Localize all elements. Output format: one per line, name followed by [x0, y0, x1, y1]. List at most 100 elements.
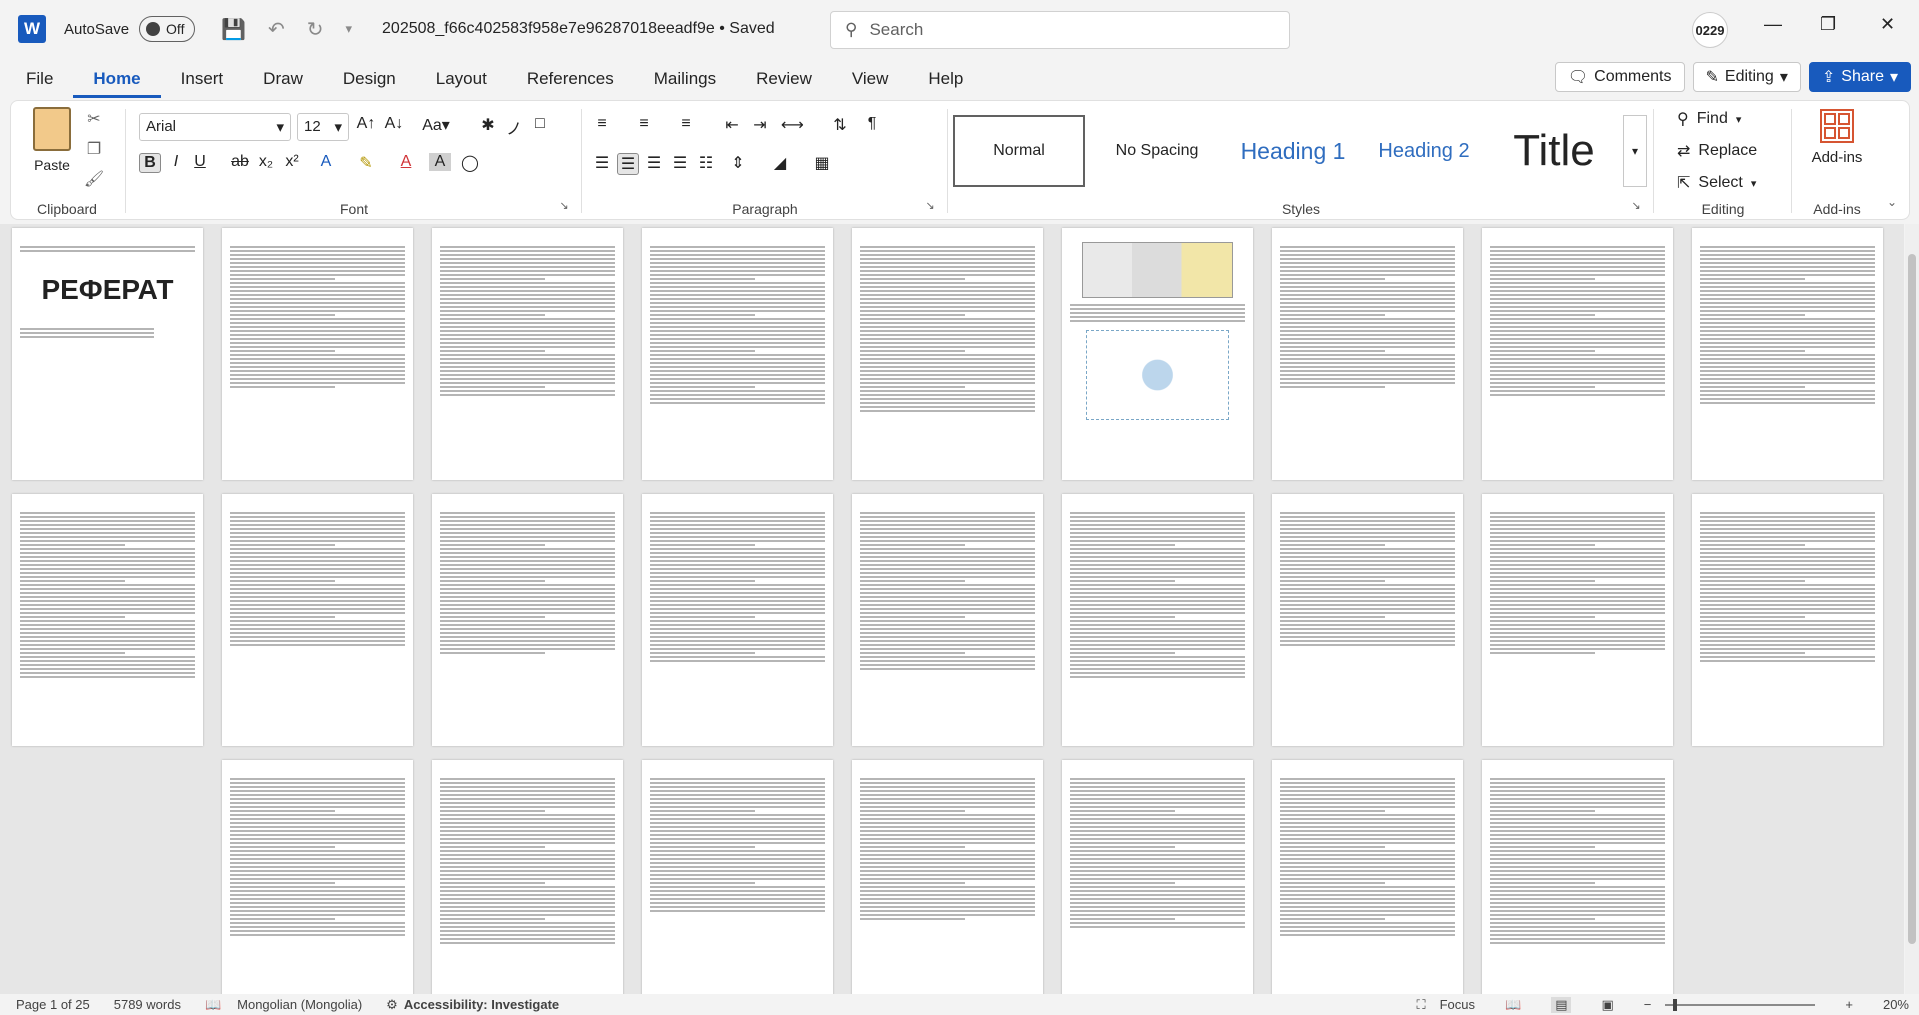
superscript-icon[interactable]: x²: [281, 153, 303, 171]
page-thumbnail[interactable]: [432, 228, 623, 480]
distributed-icon[interactable]: ☷: [695, 153, 717, 173]
character-shading-icon[interactable]: A: [429, 153, 451, 171]
page-thumbnail[interactable]: [432, 494, 623, 746]
avatar[interactable]: 0229: [1692, 12, 1728, 48]
vertical-scrollbar[interactable]: [1905, 224, 1919, 994]
select-button[interactable]: ⇱ Select ▾: [1677, 173, 1756, 193]
page-thumbnail[interactable]: [852, 228, 1043, 480]
font-size-select[interactable]: 12 ▾: [297, 113, 349, 141]
font-color-icon[interactable]: A: [395, 153, 417, 171]
web-layout-icon[interactable]: ▣: [1601, 997, 1613, 1013]
replace-button[interactable]: ⇄ Replace: [1677, 141, 1757, 161]
style-normal[interactable]: Normal: [953, 115, 1085, 187]
page-thumbnail[interactable]: РЕФЕРАТ: [12, 228, 203, 480]
proofing-icon[interactable]: 📖: [205, 997, 221, 1013]
styles-gallery-more-icon[interactable]: ▾: [1623, 115, 1647, 187]
align-right-icon[interactable]: ☰: [643, 153, 665, 173]
justify-icon[interactable]: ☰: [669, 153, 691, 173]
undo-icon[interactable]: ↶: [268, 17, 285, 42]
page-thumbnail[interactable]: [222, 760, 413, 994]
multilevel-list-icon[interactable]: ≡: [675, 115, 697, 133]
page-thumbnail[interactable]: [1272, 760, 1463, 994]
page-indicator[interactable]: Page 1 of 25: [16, 997, 90, 1012]
tab-draw[interactable]: Draw: [243, 62, 323, 98]
tab-design[interactable]: Design: [323, 62, 416, 98]
page-thumbnail[interactable]: [1482, 760, 1673, 994]
format-painter-icon[interactable]: 🖌: [83, 169, 105, 189]
save-icon[interactable]: 💾: [221, 17, 246, 42]
page-thumbnail[interactable]: [642, 494, 833, 746]
tab-home[interactable]: Home: [73, 62, 161, 98]
sort-icon[interactable]: ⇅: [829, 115, 851, 135]
minimize-icon[interactable]: —: [1764, 14, 1782, 35]
document-title[interactable]: 202508_f66c402583f958e7e96287018eeadf9e …: [382, 20, 775, 38]
borders-icon[interactable]: ▦: [811, 153, 833, 173]
bullets-icon[interactable]: ≡: [591, 115, 613, 133]
tab-help[interactable]: Help: [908, 62, 983, 98]
focus-button[interactable]: Focus: [1440, 997, 1475, 1012]
clear-formatting-icon[interactable]: ✱: [477, 115, 499, 135]
highlight-color-icon[interactable]: ✎: [355, 153, 377, 173]
tab-review[interactable]: Review: [736, 62, 832, 98]
page-thumbnail[interactable]: [1482, 494, 1673, 746]
tab-view[interactable]: View: [832, 62, 909, 98]
read-mode-icon[interactable]: 📖: [1505, 997, 1521, 1013]
dialog-launcher-icon[interactable]: ↘: [553, 199, 575, 219]
bold-icon[interactable]: B: [139, 153, 161, 173]
page-thumbnail[interactable]: [12, 494, 203, 746]
zoom-out-icon[interactable]: −: [1644, 997, 1652, 1012]
search-box[interactable]: ⚲ Search: [830, 11, 1290, 49]
page-thumbnail[interactable]: [1272, 228, 1463, 480]
grow-font-icon[interactable]: A↑: [355, 115, 377, 133]
page-thumbnail[interactable]: [1062, 494, 1253, 746]
accessibility-status[interactable]: Accessibility: Investigate: [404, 997, 559, 1012]
italic-icon[interactable]: I: [165, 153, 187, 171]
style-no-spacing[interactable]: No Spacing: [1091, 115, 1223, 187]
page-thumbnail[interactable]: [1272, 494, 1463, 746]
dialog-launcher-icon[interactable]: ↘: [919, 199, 941, 219]
tab-references[interactable]: References: [507, 62, 634, 98]
page-thumbnail[interactable]: [1482, 228, 1673, 480]
style-title[interactable]: Title: [1489, 115, 1619, 187]
tab-insert[interactable]: Insert: [161, 62, 244, 98]
increase-indent-icon[interactable]: ⇥: [749, 115, 771, 135]
language-indicator[interactable]: Mongolian (Mongolia): [237, 997, 362, 1012]
page-thumbnail[interactable]: [1692, 228, 1883, 480]
zoom-slider-knob[interactable]: [1673, 998, 1678, 1011]
find-button[interactable]: ⚲ Find ▾: [1677, 109, 1741, 129]
page-thumbnail[interactable]: [852, 494, 1043, 746]
style-heading-1[interactable]: Heading 1: [1227, 115, 1359, 187]
redo-icon[interactable]: ↻: [307, 17, 324, 42]
phonetic-guide-icon[interactable]: ノ: [503, 115, 525, 139]
numbering-icon[interactable]: ≡: [633, 115, 655, 133]
font-family-select[interactable]: Arial ▾: [139, 113, 291, 141]
collapse-ribbon-icon[interactable]: ⌄: [1881, 195, 1903, 215]
dialog-launcher-icon[interactable]: ↘: [1625, 199, 1647, 219]
zoom-level[interactable]: 20%: [1883, 997, 1909, 1012]
addins-button[interactable]: Add-ins: [1805, 109, 1869, 166]
word-count[interactable]: 5789 words: [114, 997, 181, 1012]
autosave-toggle[interactable]: Off: [139, 16, 196, 42]
editing-mode-button[interactable]: ✎ Editing ▾: [1692, 62, 1801, 92]
page-thumbnail[interactable]: [1062, 228, 1253, 480]
decrease-indent-icon[interactable]: ⇤: [721, 115, 743, 135]
copy-icon[interactable]: ❐: [83, 139, 105, 159]
enclose-characters-icon[interactable]: ◯: [459, 153, 481, 173]
line-spacing-icon[interactable]: ⇕: [727, 153, 749, 173]
print-layout-icon[interactable]: ▤: [1551, 996, 1572, 1013]
align-left-icon[interactable]: ☰: [591, 153, 613, 173]
underline-icon[interactable]: U: [189, 153, 211, 171]
tab-file[interactable]: File: [0, 62, 73, 98]
document-canvas[interactable]: РЕФЕРАТ: [0, 224, 1904, 994]
close-icon[interactable]: ✕: [1880, 14, 1895, 35]
page-thumbnail[interactable]: [1062, 760, 1253, 994]
customize-qat-icon[interactable]: ▾: [345, 21, 352, 37]
character-border-icon[interactable]: □: [529, 115, 551, 133]
change-case-icon[interactable]: Aa▾: [419, 115, 453, 135]
page-thumbnail[interactable]: [222, 494, 413, 746]
align-center-icon[interactable]: ☰: [617, 153, 639, 175]
cut-icon[interactable]: ✂: [83, 109, 105, 129]
page-thumbnail[interactable]: [432, 760, 623, 994]
shading-icon[interactable]: ◢: [769, 153, 791, 173]
comments-button[interactable]: 🗨 Comments: [1554, 62, 1685, 92]
